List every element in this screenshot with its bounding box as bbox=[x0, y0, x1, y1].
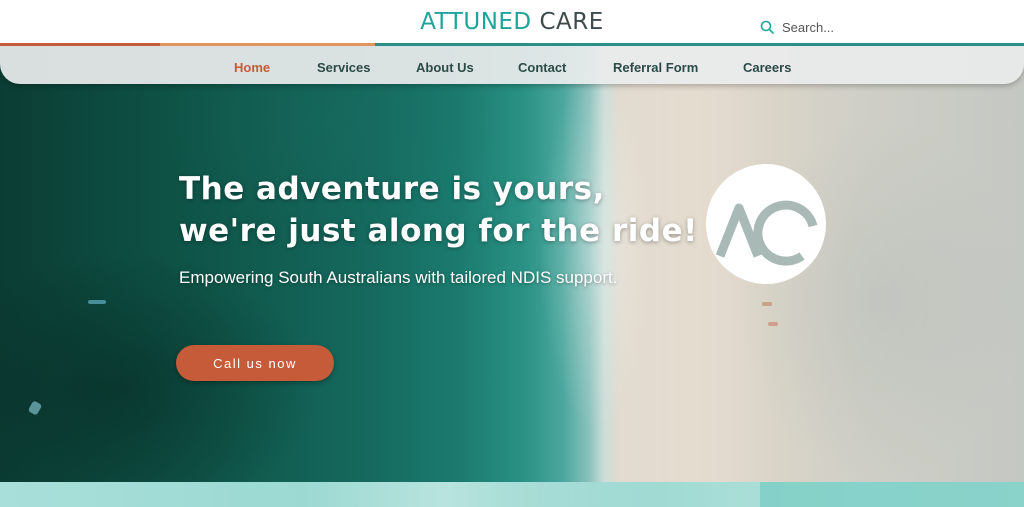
surfer-figure bbox=[27, 400, 43, 416]
nav-item-home[interactable]: Home bbox=[234, 60, 270, 75]
nav-item-careers[interactable]: Careers bbox=[743, 60, 791, 75]
ac-logo-badge bbox=[706, 164, 826, 284]
hero-headline-line1: The adventure is yours, bbox=[179, 171, 605, 207]
nav-item-services[interactable]: Services bbox=[317, 60, 371, 75]
nav-item-referral-form[interactable]: Referral Form bbox=[613, 60, 698, 75]
hero-headline: The adventure is yours, we're just along… bbox=[179, 168, 698, 252]
surfer-figure bbox=[88, 300, 106, 304]
hero-headline-line2: we're just along for the ride! bbox=[179, 213, 698, 249]
call-us-button[interactable]: Call us now bbox=[176, 345, 334, 381]
logo-text-primary: ATTUNED bbox=[420, 9, 532, 35]
accent-stripe bbox=[160, 43, 375, 46]
accent-stripe bbox=[375, 43, 1024, 46]
next-section-preview bbox=[0, 482, 1024, 507]
logo-text-secondary: CARE bbox=[539, 9, 604, 35]
beach-figure bbox=[768, 322, 778, 326]
nav-item-contact[interactable]: Contact bbox=[518, 60, 566, 75]
nav-item-about-us[interactable]: About Us bbox=[416, 60, 474, 75]
site-header: ATTUNED CARE Home Services About Us Cont… bbox=[0, 0, 1024, 84]
search-icon[interactable] bbox=[760, 20, 774, 34]
search-bar bbox=[752, 14, 992, 40]
main-nav: Home Services About Us Contact Referral … bbox=[0, 60, 1024, 76]
beach-figure bbox=[762, 302, 772, 306]
hero-subheading: Empowering South Australians with tailor… bbox=[179, 268, 618, 287]
accent-stripe bbox=[0, 43, 160, 46]
search-input[interactable] bbox=[782, 19, 982, 35]
